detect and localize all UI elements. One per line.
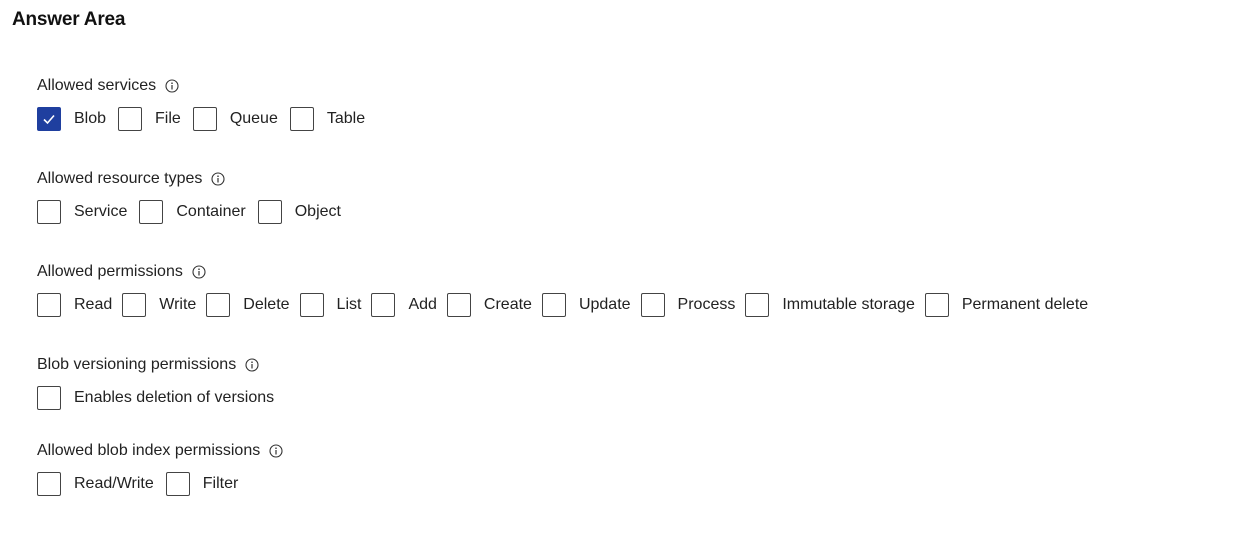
immutable-storage-checkbox[interactable] <box>745 293 770 317</box>
add-label: Add <box>408 296 437 313</box>
option-file[interactable]: File <box>118 107 181 131</box>
option-blob[interactable]: Blob <box>37 107 106 131</box>
answer-area-title: Answer Area <box>12 9 126 30</box>
allowed-services-options: Blob File Queue Table <box>37 106 377 132</box>
queue-label: Queue <box>229 110 278 127</box>
allowed-resource-types-section: Allowed resource types Service Container… <box>37 169 353 225</box>
section-header: Allowed permissions <box>37 262 1098 282</box>
permanent-delete-checkbox[interactable] <box>924 293 949 317</box>
container-label: Container <box>176 203 246 220</box>
service-checkbox[interactable] <box>37 200 61 224</box>
filter-label: Filter <box>202 475 239 492</box>
option-permanent-delete[interactable]: Permanent delete <box>924 293 1089 317</box>
write-label: Write <box>159 296 197 313</box>
option-list[interactable]: List <box>299 293 362 317</box>
option-process[interactable]: Process <box>640 293 736 317</box>
blob-checkbox[interactable] <box>37 107 61 131</box>
table-checkbox[interactable] <box>289 107 314 131</box>
process-checkbox[interactable] <box>640 293 665 317</box>
info-icon[interactable] <box>211 172 225 186</box>
service-label: Service <box>74 203 128 220</box>
blob-label: Blob <box>74 110 107 127</box>
delete-label: Delete <box>243 296 290 313</box>
container-checkbox[interactable] <box>139 200 164 224</box>
allowed-permissions-options: Read Write Delete List Add Create Update <box>37 292 1098 318</box>
read-write-label: Read/Write <box>74 475 154 492</box>
option-write[interactable]: Write <box>122 293 196 317</box>
allowed-blob-index-options: Read/Write Filter <box>37 471 283 497</box>
process-label: Process <box>677 296 736 313</box>
read-write-checkbox[interactable] <box>37 472 61 496</box>
delete-checkbox[interactable] <box>206 293 231 317</box>
option-delete[interactable]: Delete <box>206 293 290 317</box>
allowed-blob-index-permissions-section: Allowed blob index permissions Read/Writ… <box>37 441 283 497</box>
option-container[interactable]: Container <box>139 200 246 224</box>
option-immutable-storage[interactable]: Immutable storage <box>745 293 915 317</box>
allowed-resource-types-options: Service Container Object <box>37 199 353 225</box>
immutable-storage-label: Immutable storage <box>782 296 915 313</box>
allowed-services-section: Allowed services Blob File Queue Table <box>37 76 377 132</box>
allowed-blob-index-permissions-label: Allowed blob index permissions <box>37 442 261 459</box>
write-checkbox[interactable] <box>122 293 147 317</box>
checkmark-icon <box>43 114 55 125</box>
enables-deletion-of-versions-label: Enables deletion of versions <box>74 389 275 406</box>
option-read-write[interactable]: Read/Write <box>37 472 154 496</box>
option-create[interactable]: Create <box>446 293 532 317</box>
file-label: File <box>155 110 181 127</box>
read-checkbox[interactable] <box>37 293 61 317</box>
allowed-resource-types-label: Allowed resource types <box>37 170 203 187</box>
blob-versioning-permissions-section: Blob versioning permissions Enables dele… <box>37 355 286 411</box>
option-service[interactable]: Service <box>37 200 127 224</box>
list-label: List <box>336 296 362 313</box>
option-enables-deletion-of-versions[interactable]: Enables deletion of versions <box>37 386 274 410</box>
update-label: Update <box>578 296 631 313</box>
enables-deletion-of-versions-checkbox[interactable] <box>37 386 61 410</box>
file-checkbox[interactable] <box>118 107 143 131</box>
option-read[interactable]: Read <box>37 293 112 317</box>
blob-versioning-permissions-label: Blob versioning permissions <box>37 356 237 373</box>
option-queue[interactable]: Queue <box>192 107 278 131</box>
add-checkbox[interactable] <box>371 293 396 317</box>
allowed-services-label: Allowed services <box>37 77 157 94</box>
section-header: Allowed blob index permissions <box>37 441 283 461</box>
object-checkbox[interactable] <box>257 200 282 224</box>
section-header: Blob versioning permissions <box>37 355 286 375</box>
allowed-permissions-section: Allowed permissions Read Write Delete Li… <box>37 262 1098 318</box>
update-checkbox[interactable] <box>541 293 566 317</box>
blob-versioning-options: Enables deletion of versions <box>37 385 286 411</box>
read-label: Read <box>74 296 113 313</box>
info-icon[interactable] <box>269 444 283 458</box>
option-update[interactable]: Update <box>541 293 631 317</box>
info-icon[interactable] <box>192 265 206 279</box>
create-checkbox[interactable] <box>446 293 471 317</box>
list-checkbox[interactable] <box>299 293 324 317</box>
filter-checkbox[interactable] <box>165 472 190 496</box>
object-label: Object <box>294 203 341 220</box>
info-icon[interactable] <box>165 79 179 93</box>
table-label: Table <box>326 110 366 127</box>
permanent-delete-label: Permanent delete <box>961 296 1089 313</box>
section-header: Allowed resource types <box>37 169 353 189</box>
section-header: Allowed services <box>37 76 377 96</box>
allowed-permissions-label: Allowed permissions <box>37 263 183 280</box>
create-label: Create <box>483 296 532 313</box>
option-add[interactable]: Add <box>371 293 437 317</box>
option-filter[interactable]: Filter <box>165 472 239 496</box>
queue-checkbox[interactable] <box>192 107 217 131</box>
option-table[interactable]: Table <box>289 107 366 131</box>
option-object[interactable]: Object <box>257 200 341 224</box>
info-icon[interactable] <box>245 358 259 372</box>
